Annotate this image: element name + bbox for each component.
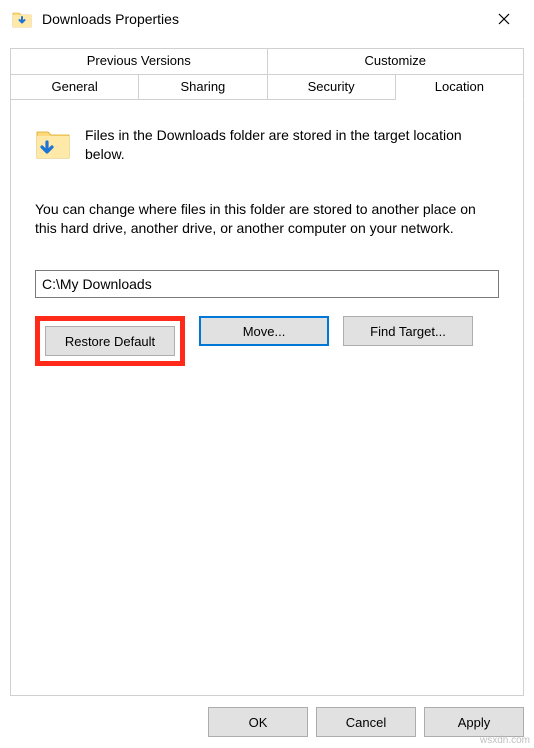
tab-security[interactable]: Security <box>268 74 396 100</box>
location-buttons-row: Restore Default Move... Find Target... <box>35 316 499 366</box>
content-area: Previous Versions Customize General Shar… <box>0 38 534 696</box>
dialog-footer: OK Cancel Apply <box>0 696 534 748</box>
find-target-button[interactable]: Find Target... <box>343 316 473 346</box>
downloads-folder-icon <box>12 9 32 29</box>
close-button[interactable] <box>482 4 526 34</box>
tab-general[interactable]: General <box>10 74 139 100</box>
watermark-text: wsxdn.com <box>480 735 530 746</box>
description-text: You can change where files in this folde… <box>35 200 499 238</box>
apply-button[interactable]: Apply <box>424 707 524 737</box>
titlebar: Downloads Properties <box>0 0 534 38</box>
location-path-input[interactable] <box>35 270 499 298</box>
tabs-row-upper: Previous Versions Customize <box>10 48 524 74</box>
close-icon <box>498 13 510 25</box>
restore-default-highlight: Restore Default <box>35 316 185 366</box>
tab-location[interactable]: Location <box>396 74 524 100</box>
info-text: Files in the Downloads folder are stored… <box>85 126 499 164</box>
move-button[interactable]: Move... <box>199 316 329 346</box>
properties-dialog: Downloads Properties Previous Versions C… <box>0 0 534 748</box>
downloads-folder-large-icon <box>35 126 71 162</box>
tabs-row-lower: General Sharing Security Location <box>10 74 524 100</box>
location-panel: Files in the Downloads folder are stored… <box>10 100 524 696</box>
tab-customize[interactable]: Customize <box>268 48 525 74</box>
cancel-button[interactable]: Cancel <box>316 707 416 737</box>
restore-default-button[interactable]: Restore Default <box>45 326 175 356</box>
ok-button[interactable]: OK <box>208 707 308 737</box>
tab-sharing[interactable]: Sharing <box>139 74 267 100</box>
tab-previous-versions[interactable]: Previous Versions <box>10 48 268 74</box>
info-row: Files in the Downloads folder are stored… <box>35 126 499 164</box>
window-title: Downloads Properties <box>42 11 482 27</box>
